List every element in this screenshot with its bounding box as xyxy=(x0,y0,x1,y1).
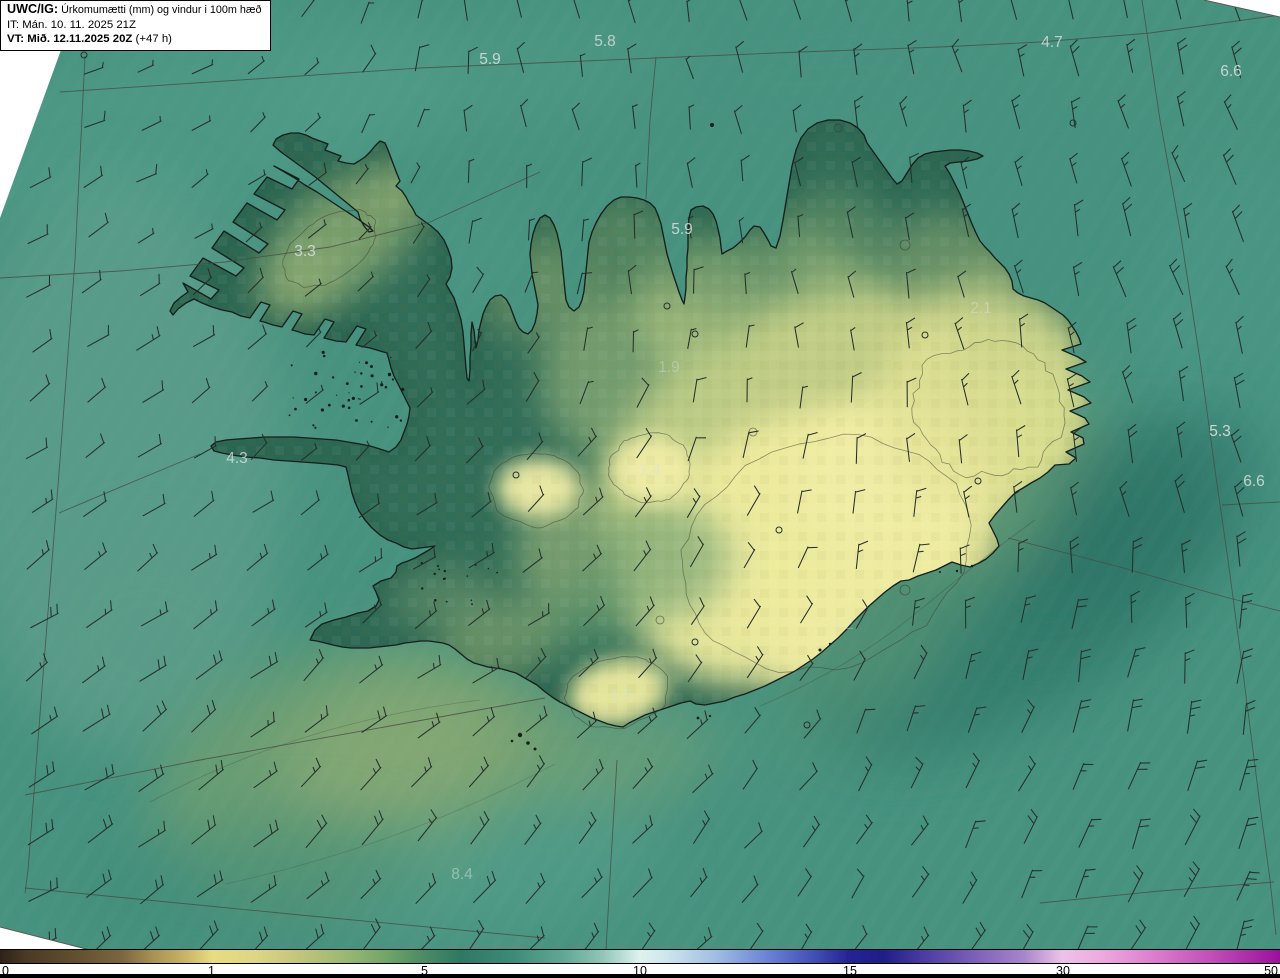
svg-text:8.4: 8.4 xyxy=(451,866,473,883)
svg-text:4.7: 4.7 xyxy=(1041,34,1063,51)
svg-text:1.9: 1.9 xyxy=(658,359,680,376)
svg-text:5.3: 5.3 xyxy=(1209,423,1231,440)
svg-text:1.2: 1.2 xyxy=(832,616,854,633)
svg-text:1.4: 1.4 xyxy=(639,462,661,479)
svg-text:1.5: 1.5 xyxy=(610,687,632,704)
svg-text:5.9: 5.9 xyxy=(479,51,501,68)
svg-text:3.3: 3.3 xyxy=(294,243,316,260)
svg-text:6.6: 6.6 xyxy=(1220,63,1242,80)
svg-text:4.3: 4.3 xyxy=(226,450,248,467)
svg-text:5.9: 5.9 xyxy=(671,221,693,238)
svg-text:5.8: 5.8 xyxy=(594,33,616,50)
svg-text:2.1: 2.1 xyxy=(970,300,992,317)
svg-text:6.6: 6.6 xyxy=(1243,473,1265,490)
